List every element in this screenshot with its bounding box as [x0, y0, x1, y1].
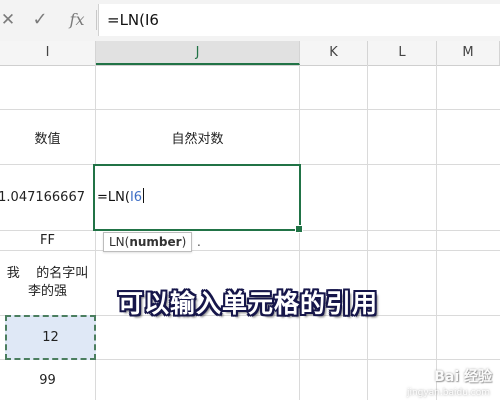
formula-input[interactable]: =LN(I6: [98, 4, 500, 36]
cell-grid: 数值 自然对数 1.047166667 =LN(I6 FF 我 的名字叫 李的强…: [0, 65, 500, 400]
cell-i8-line-2: 李的强: [27, 284, 67, 299]
check-icon[interactable]: ✓: [29, 6, 51, 34]
cell-i9-referenced[interactable]: 12: [5, 315, 96, 360]
gridline: [436, 65, 437, 400]
insert-function-icon[interactable]: fx: [66, 6, 88, 34]
column-header-k[interactable]: K: [300, 41, 368, 65]
column-header-l[interactable]: L: [368, 41, 437, 65]
cell-i8[interactable]: 我 的名字叫 李的强: [0, 251, 95, 315]
column-header-row: I J K L M: [0, 41, 500, 66]
formula-bar: ✕ ✓ fx =LN(I6: [0, 0, 500, 42]
cell-i-header[interactable]: 数值: [0, 110, 95, 164]
tooltip-dot: .: [197, 235, 201, 249]
cell-i10[interactable]: 99: [0, 360, 95, 400]
column-header-j[interactable]: J: [96, 41, 300, 65]
tooltip-argument[interactable]: number: [129, 235, 181, 249]
cell-i7[interactable]: FF: [0, 231, 95, 250]
tooltip-function-name: LN(: [109, 235, 130, 249]
close-icon[interactable]: ✕: [0, 6, 16, 34]
column-header-i[interactable]: I: [0, 41, 96, 65]
cell-reference-token: I6: [129, 190, 143, 205]
overlay-caption: 可以输入单元格的引用: [118, 289, 379, 318]
cell-i8-line-1: 我 的名字叫: [6, 266, 89, 281]
fill-handle[interactable]: [295, 225, 303, 233]
cell-j-header[interactable]: 自然对数: [96, 110, 299, 164]
active-cell-j6[interactable]: =LN(I6: [93, 164, 303, 233]
tooltip-close-paren: ): [181, 235, 187, 249]
watermark-logo: Bai 经验: [434, 369, 492, 385]
formula-bar-divider: [96, 10, 97, 30]
text-cursor: [143, 188, 145, 203]
cell-edit-formula: =LN(: [97, 190, 130, 205]
function-tooltip: LN(number): [103, 232, 193, 252]
column-header-m[interactable]: M: [437, 41, 500, 65]
spreadsheet-screen: ✕ ✓ fx =LN(I6 I J K L M 数值 自然对数 1.047166…: [0, 0, 500, 400]
cell-i6[interactable]: 1.047166667: [0, 165, 95, 230]
watermark-url: jingyan.baidu.com: [406, 388, 490, 398]
gridline: [367, 65, 368, 400]
cell-edit-text[interactable]: =LN(I6: [97, 166, 145, 229]
